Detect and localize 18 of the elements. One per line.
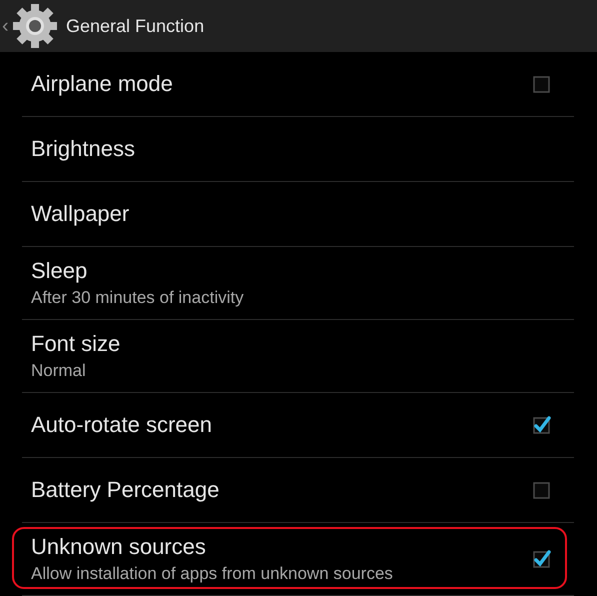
gear-icon[interactable]: [12, 3, 58, 49]
setting-title[interactable]: Brightness: [31, 136, 135, 162]
setting-title[interactable]: Unknown sources: [31, 534, 393, 560]
setting-title[interactable]: Auto-rotate screen: [31, 412, 212, 438]
checkbox[interactable]: [533, 480, 551, 500]
setting-summary: Allow installation of apps from unknown sources: [31, 564, 393, 584]
setting-summary: Normal: [31, 361, 87, 381]
checkbox[interactable]: [533, 549, 551, 569]
setting-title[interactable]: Sleep: [31, 258, 244, 284]
screen-title: General Function: [66, 16, 204, 36]
setting-title[interactable]: Font size: [31, 331, 120, 357]
checkbox[interactable]: [533, 415, 551, 435]
back-caret[interactable]: ‹: [2, 14, 12, 38]
checkbox[interactable]: [533, 74, 551, 94]
setting-title[interactable]: Battery Percentage: [31, 477, 220, 503]
setting-title[interactable]: Airplane mode: [31, 71, 173, 97]
setting-title[interactable]: Wallpaper: [31, 201, 130, 227]
setting-summary: After 30 minutes of inactivity: [31, 288, 244, 308]
